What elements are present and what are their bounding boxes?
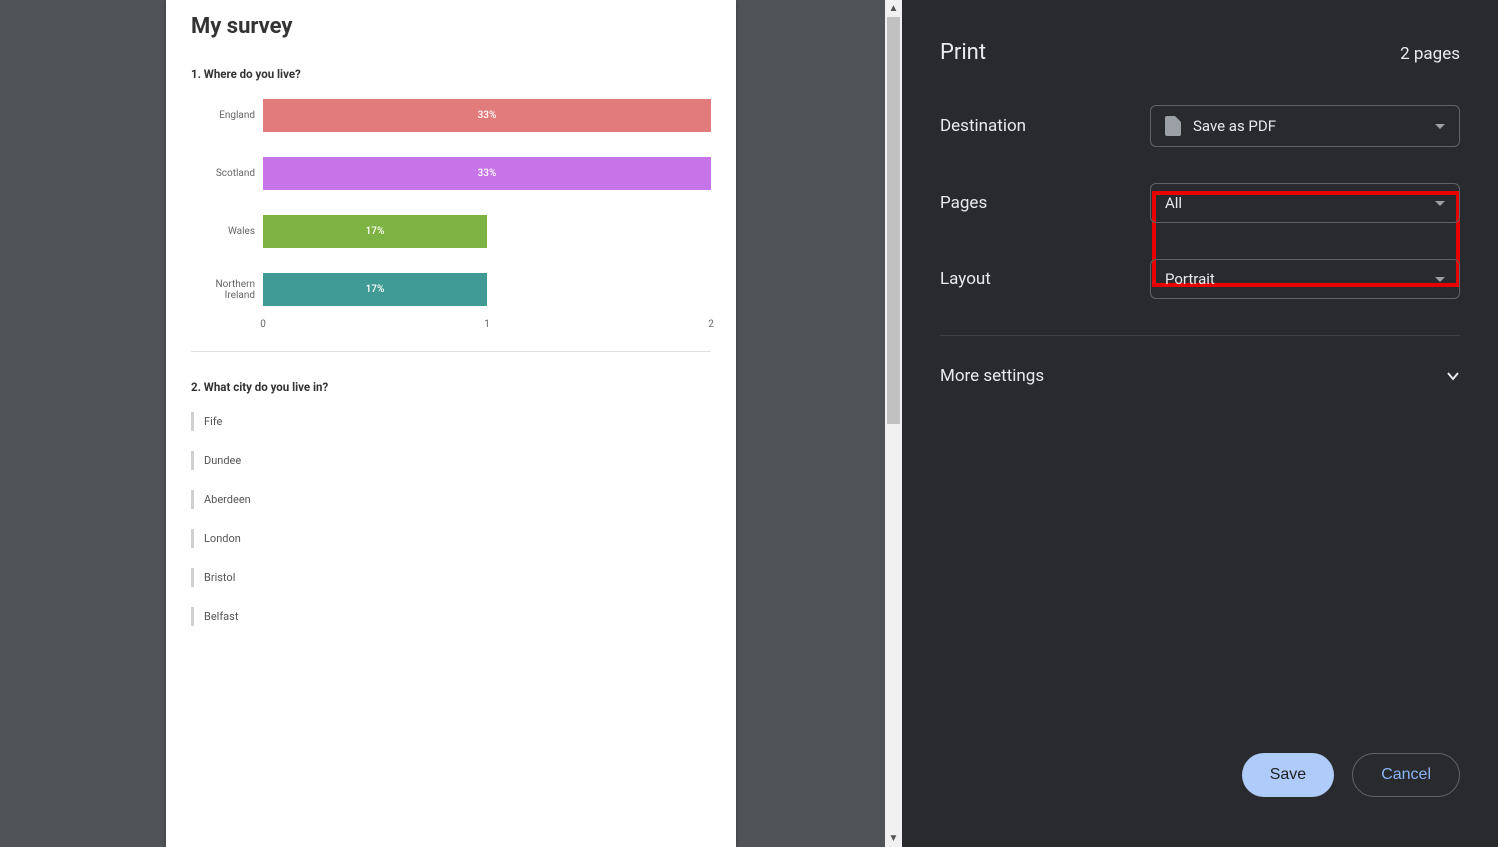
preview-page: My survey 1. Where do you live? England3… [166, 0, 736, 847]
print-preview-area: My survey 1. Where do you live? England3… [0, 0, 902, 847]
more-settings-toggle[interactable]: More settings [940, 366, 1460, 386]
bar-category-label: Northern Ireland [191, 279, 263, 301]
answer-item: Aberdeen [191, 490, 711, 509]
destination-row: Destination Save as PDF [940, 105, 1460, 147]
axis-tick: 2 [708, 319, 714, 330]
preview-scrollbar[interactable]: ▲ ▼ [885, 0, 902, 847]
destination-select[interactable]: Save as PDF [1150, 105, 1460, 147]
settings-divider [940, 335, 1460, 336]
layout-row: Layout Portrait [940, 259, 1460, 299]
bar-row: Northern Ireland17% [191, 273, 711, 306]
destination-value: Save as PDF [1193, 117, 1276, 135]
bar-category-label: Wales [191, 226, 263, 237]
bar-track: 17% [263, 273, 711, 306]
panel-footer: Save Cancel [940, 753, 1460, 827]
pages-label: Pages [940, 193, 1150, 213]
layout-value: Portrait [1165, 270, 1215, 288]
pages-row: Pages All [940, 183, 1460, 223]
survey-title: My survey [191, 14, 711, 39]
scroll-down-button[interactable]: ▼ [885, 830, 902, 847]
layout-label: Layout [940, 269, 1150, 289]
axis-tick: 0 [260, 319, 266, 330]
layout-select[interactable]: Portrait [1150, 259, 1460, 299]
answer-item: Bristol [191, 568, 711, 587]
chevron-down-icon [1435, 277, 1445, 282]
destination-label: Destination [940, 116, 1150, 136]
chevron-down-icon [1435, 124, 1445, 129]
bar: 17% [263, 215, 487, 248]
question-2-answers: Fife Dundee Aberdeen London Bristol Belfast [191, 412, 711, 626]
chart-x-axis: 0 1 2 [263, 319, 711, 333]
cancel-button[interactable]: Cancel [1352, 753, 1460, 797]
panel-body: Destination Save as PDF Pages All Layout… [940, 105, 1460, 386]
save-button[interactable]: Save [1242, 753, 1334, 797]
axis-tick: 1 [484, 319, 490, 330]
chevron-down-icon [1435, 201, 1445, 206]
question-divider [191, 351, 711, 352]
bar-track: 17% [263, 215, 711, 248]
page-count: 2 pages [1400, 44, 1460, 64]
answer-item: Fife [191, 412, 711, 431]
pages-select[interactable]: All [1150, 183, 1460, 223]
chevron-down-icon [1446, 369, 1460, 383]
bar: 33% [263, 99, 711, 132]
answer-item: Dundee [191, 451, 711, 470]
scroll-up-button[interactable]: ▲ [885, 0, 902, 17]
scroll-track[interactable] [885, 17, 902, 830]
bar: 33% [263, 157, 711, 190]
bar: 17% [263, 273, 487, 306]
panel-title: Print [940, 40, 986, 65]
file-icon [1165, 116, 1181, 136]
bar-track: 33% [263, 99, 711, 132]
question-2-heading: 2. What city do you live in? [191, 380, 711, 394]
bar-category-label: Scotland [191, 168, 263, 179]
bar-row: Scotland33% [191, 157, 711, 190]
panel-header: Print 2 pages [940, 40, 1460, 65]
question-1-heading: 1. Where do you live? [191, 67, 711, 81]
scroll-thumb[interactable] [887, 17, 900, 424]
bar-row: England33% [191, 99, 711, 132]
answer-item: London [191, 529, 711, 548]
question-1-chart: England33%Scotland33%Wales17%Northern Ir… [191, 99, 711, 306]
bar-track: 33% [263, 157, 711, 190]
pages-value: All [1165, 194, 1182, 212]
answer-item: Belfast [191, 607, 711, 626]
bar-row: Wales17% [191, 215, 711, 248]
print-settings-panel: Print 2 pages Destination Save as PDF Pa… [902, 0, 1498, 847]
more-settings-label: More settings [940, 366, 1044, 386]
bar-category-label: England [191, 110, 263, 121]
